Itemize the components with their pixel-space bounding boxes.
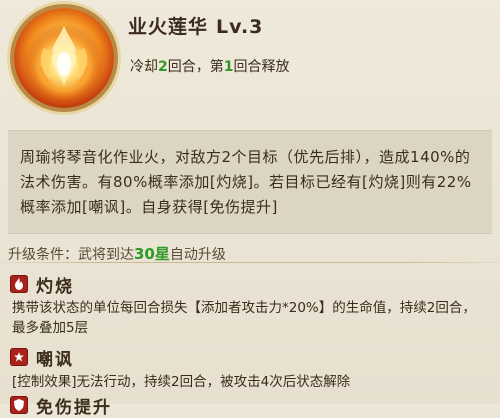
effect-desc-burn: 携带该状态的单位每回合损失【添加者攻击力*20%】的生命值，持续2回合，最多叠加… — [12, 300, 476, 336]
upgrade-star: 30星 — [134, 245, 170, 263]
skill-detail-panel: 业火莲华 Lv.3 冷却2回合，第1回合释放 周瑜将琴音化作业火，对敌方2个目标（… — [0, 0, 500, 418]
skill-level: Lv.3 — [216, 16, 264, 38]
effect-name-burn: 灼烧 — [36, 276, 74, 297]
skill-description-box: 周瑜将琴音化作业火，对敌方2个目标（优先后排），造成140%的法术伤害。有80%… — [8, 130, 492, 234]
flame-lotus-icon — [14, 8, 114, 108]
taunt-icon — [10, 348, 28, 366]
cooldown-prefix: 冷却 — [130, 59, 158, 75]
effect-header-taunt: 嘲讽 — [10, 346, 74, 370]
cooldown-mid: 回合，第 — [167, 59, 224, 75]
upgrade-prefix: 升级条件：武将到达 — [8, 247, 134, 263]
fire-icon — [10, 275, 28, 293]
shield-icon — [10, 396, 28, 414]
upgrade-condition: 升级条件：武将到达30星自动升级 — [8, 243, 226, 264]
effect-name-taunt: 嘲讽 — [36, 349, 74, 370]
effect-name-damage-reduction: 免伤提升 — [36, 397, 112, 418]
effect-header-damage-reduction: 免伤提升 — [10, 394, 112, 418]
skill-description: 周瑜将琴音化作业火，对敌方2个目标（优先后排），造成140%的法术伤害。有80%… — [20, 148, 472, 216]
skill-name: 业火莲华 — [128, 16, 209, 38]
effect-header-burn: 灼烧 — [10, 273, 74, 297]
cooldown-value: 2 — [158, 59, 168, 75]
effect-desc-taunt: [控制效果]无法行动，持续2回合，被攻击4次后状态解除 — [12, 374, 351, 390]
section-divider — [0, 262, 500, 263]
cooldown-info: 冷却2回合，第1回合释放 — [130, 56, 290, 76]
release-round-value: 1 — [223, 59, 234, 75]
release-suffix: 回合释放 — [233, 59, 290, 75]
upgrade-suffix: 自动升级 — [169, 247, 226, 263]
skill-title: 业火莲华 Lv.3 — [128, 12, 263, 39]
